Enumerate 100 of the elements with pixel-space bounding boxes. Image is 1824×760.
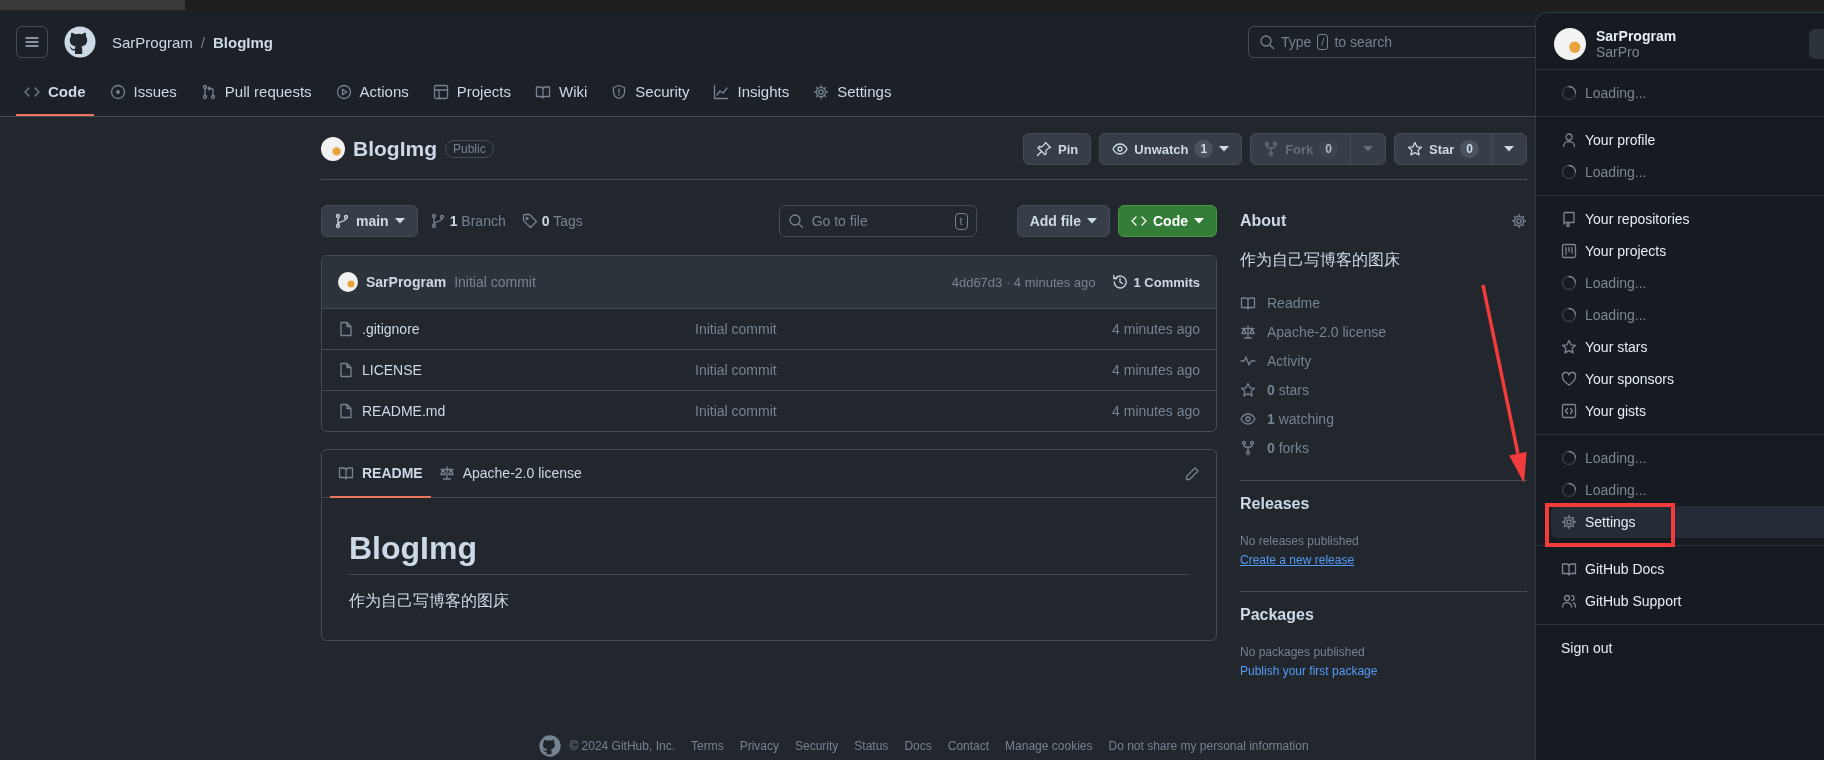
footer-link[interactable]: Security: [795, 739, 839, 753]
split-button[interactable]: Star 0: [1394, 133, 1527, 165]
footer-link[interactable]: Docs: [904, 739, 932, 753]
eye-icon: [1112, 141, 1129, 157]
file-commit-message[interactable]: Initial commit: [695, 362, 777, 378]
file-commit-message[interactable]: Initial commit: [695, 403, 777, 419]
menu-item[interactable]: Sign out: [1551, 632, 1824, 664]
about-link[interactable]: Apache-2.0 license: [1267, 323, 1387, 340]
menu-button[interactable]: [16, 26, 48, 58]
footer-link[interactable]: Terms: [690, 739, 724, 753]
commits-link[interactable]: 1 Commits: [1111, 274, 1200, 290]
search-icon: [1259, 34, 1275, 50]
loading-spinner-icon: [1561, 450, 1577, 466]
star-icon: [1561, 339, 1577, 355]
file-row[interactable]: README.md Initial commit 4 minutes ago: [322, 390, 1216, 431]
about-link[interactable]: Readme: [1267, 294, 1320, 311]
counter: 0: [1319, 140, 1338, 158]
gear-icon: [813, 84, 830, 100]
footer-link[interactable]: Do not share my personal information: [1108, 739, 1309, 753]
shield-icon: [611, 84, 628, 100]
nav-tab[interactable]: Settings: [805, 70, 900, 116]
repo-action-button[interactable]: Unwatch 1: [1099, 133, 1243, 165]
gear-icon: [1511, 213, 1527, 229]
publish-package-link[interactable]: Publish your first package: [1240, 664, 1378, 678]
file-name[interactable]: LICENSE: [362, 362, 695, 378]
repo-owner-link[interactable]: SarProgram: [112, 33, 193, 51]
play-icon: [335, 84, 352, 100]
nav-tab[interactable]: Wiki: [526, 70, 596, 116]
graph-icon: [713, 84, 730, 100]
keyboard-shortcut: t: [954, 212, 968, 230]
caret-icon: [1087, 218, 1097, 224]
tags-link[interactable]: 0 Tags: [517, 213, 587, 229]
menu-item[interactable]: Your repositories: [1551, 203, 1824, 235]
nav-tab[interactable]: Pull requests: [192, 70, 320, 116]
nav-tab[interactable]: Code: [16, 70, 94, 116]
loading-spinner-icon: [1561, 275, 1577, 291]
file-icon: [338, 403, 354, 419]
caret-icon: [1504, 146, 1514, 152]
about-link[interactable]: 0 forks: [1267, 439, 1310, 456]
nav-tab[interactable]: Security: [603, 70, 698, 116]
menu-item[interactable]: Settings: [1551, 506, 1824, 538]
menu-item[interactable]: GitHub Docs: [1551, 553, 1824, 585]
menu-item[interactable]: Your projects: [1551, 235, 1824, 267]
scale-icon: [438, 465, 455, 481]
fork-icon: [1263, 141, 1280, 157]
loading-spinner-icon: [1561, 85, 1577, 101]
branch-selector[interactable]: main: [321, 205, 418, 237]
code-square-icon: [1561, 403, 1577, 419]
go-to-file-field[interactable]: Go to file t: [778, 205, 977, 237]
about-link[interactable]: 1 watching: [1267, 410, 1334, 427]
create-release-link[interactable]: Create a new release: [1240, 553, 1355, 567]
menu-item[interactable]: Your sponsors: [1551, 363, 1824, 395]
repo-name-link[interactable]: BlogImg: [213, 33, 274, 51]
nav-tab[interactable]: Projects: [424, 70, 519, 116]
people-icon: [1561, 593, 1577, 609]
nav-tab[interactable]: Actions: [327, 70, 417, 116]
readme-tab[interactable]: Apache-2.0 license: [430, 450, 590, 498]
caret-icon: [1194, 218, 1204, 224]
gear-icon: [1561, 514, 1577, 530]
loading-item: Loading...: [1551, 156, 1824, 188]
about-link[interactable]: 0 stars: [1267, 381, 1310, 398]
file-row[interactable]: LICENSE Initial commit 4 minutes ago: [322, 349, 1216, 390]
menu-item[interactable]: Your profile: [1551, 124, 1824, 156]
footer-link[interactable]: Contact: [947, 739, 990, 753]
file-name[interactable]: .gitignore: [362, 321, 695, 337]
star-icon: [1407, 141, 1423, 157]
avatar: [338, 272, 358, 292]
about-link[interactable]: Activity: [1267, 352, 1312, 369]
file-icon: [338, 362, 354, 378]
about-heading: About: [1240, 212, 1287, 230]
footer-link[interactable]: Privacy: [739, 739, 779, 753]
menu-item[interactable]: Your stars: [1551, 331, 1824, 363]
file-commit-time: 4 minutes ago: [1112, 403, 1200, 419]
nav-tab[interactable]: Insights: [705, 70, 798, 116]
section-heading[interactable]: Releases: [1240, 495, 1527, 513]
file-icon: [338, 321, 354, 337]
menu-item[interactable]: Your gists: [1551, 395, 1824, 427]
file-commit-time: 4 minutes ago: [1112, 321, 1200, 337]
branch-icon: [429, 213, 446, 229]
scale-icon: [1240, 323, 1256, 340]
file-name[interactable]: README.md: [362, 403, 695, 419]
commit-author[interactable]: SarProgram: [366, 274, 447, 290]
repo-action-button[interactable]: Star 0: [1395, 134, 1491, 164]
footer-link[interactable]: Manage cookies: [1005, 739, 1093, 753]
code-button[interactable]: Code: [1118, 205, 1217, 237]
readme-tab[interactable]: README: [330, 450, 431, 498]
readme-heading: BlogImg: [349, 528, 1189, 575]
repo-action-button[interactable]: Pin: [1023, 133, 1092, 165]
footer-link[interactable]: Status: [854, 739, 889, 753]
keyboard-shortcut: /: [1317, 34, 1329, 50]
menu-item[interactable]: GitHub Support: [1551, 585, 1824, 617]
add-file-button[interactable]: Add file: [1016, 205, 1110, 237]
nav-tab[interactable]: Issues: [101, 70, 185, 116]
repo-title[interactable]: BlogImg: [353, 137, 437, 161]
readme-text: 作为自己写博客的图床: [349, 591, 510, 611]
file-row[interactable]: .gitignore Initial commit 4 minutes ago: [322, 308, 1216, 349]
section-heading[interactable]: Packages: [1240, 606, 1527, 624]
file-commit-message[interactable]: Initial commit: [695, 321, 777, 337]
branches-link[interactable]: 1 Branch: [425, 213, 510, 229]
loading-item: Loading...: [1551, 267, 1824, 299]
